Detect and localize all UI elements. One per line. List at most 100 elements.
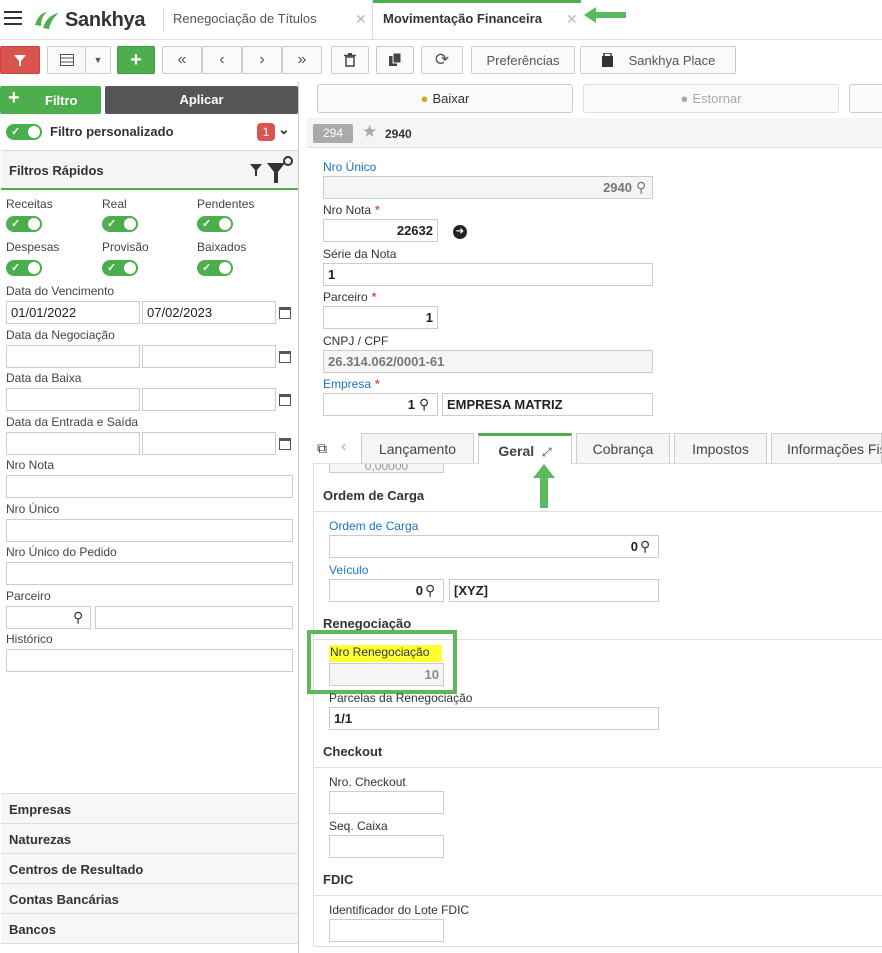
annotation-highlight-box xyxy=(307,630,457,694)
close-icon[interactable]: ✕ xyxy=(355,0,367,38)
filter-icon[interactable] xyxy=(250,164,262,176)
due-date-to-input[interactable]: 07/02/2023 xyxy=(142,301,276,324)
accordion-centros-resultado[interactable]: Centros de Resultado xyxy=(1,853,298,883)
entry-exit-date-to-input[interactable] xyxy=(142,432,276,455)
ordem-de-carga-label: Ordem de Carga xyxy=(329,519,419,533)
search-icon[interactable]: ⚲ xyxy=(419,396,429,413)
accordion-contas-bancarias[interactable]: Contas Bancárias xyxy=(1,883,298,913)
hamburger-menu-icon[interactable] xyxy=(4,11,22,27)
toggle-pendentes[interactable]: ✓ xyxy=(197,216,233,232)
accordion-empresas[interactable]: Empresas xyxy=(1,793,298,823)
filter-button-label: Filtro xyxy=(45,93,78,108)
negotiation-date-to-input[interactable] xyxy=(142,345,276,368)
tab-geral[interactable]: Geral ⤢ xyxy=(478,433,572,464)
divider xyxy=(314,895,882,896)
tab-cobranca[interactable]: Cobrança xyxy=(576,433,670,463)
next-record-button[interactable]: › xyxy=(242,46,282,74)
chevron-down-icon[interactable]: ⌄ xyxy=(278,121,290,138)
more-actions-button[interactable] xyxy=(849,84,882,113)
toggle-despesas[interactable]: ✓ xyxy=(6,260,42,276)
calendar-icon[interactable] xyxy=(279,351,291,363)
lote-fdic-field[interactable] xyxy=(329,919,444,942)
due-date-from-input[interactable]: 01/01/2022 xyxy=(6,301,140,324)
parceiro-name-filter-input[interactable] xyxy=(95,606,293,629)
parceiro-filter-label: Parceiro xyxy=(6,589,51,603)
content-border xyxy=(313,464,314,947)
renegociacao-section: Renegociação xyxy=(323,616,412,631)
seq-caixa-field[interactable] xyxy=(329,835,444,858)
parceiro-label: Parceiro * xyxy=(323,290,377,304)
tab-lancamento[interactable]: Lançamento xyxy=(361,433,474,463)
negotiation-date-from-input[interactable] xyxy=(6,345,140,368)
empresa-name-field: EMPRESA MATRIZ xyxy=(442,393,653,416)
toggle-provisao[interactable]: ✓ xyxy=(102,260,138,276)
toggle-label-provisao: Provisão xyxy=(102,240,149,254)
nro-checkout-label: Nro. Checkout xyxy=(329,775,406,789)
payment-date-label: Data da Baixa xyxy=(6,371,82,385)
refresh-icon: ⟳ xyxy=(434,50,450,69)
double-chevron-right-icon: » xyxy=(297,51,307,68)
search-icon[interactable]: ⚲ xyxy=(636,179,646,196)
nro-unico-filter-label: Nro Único xyxy=(6,502,60,516)
divider xyxy=(1,943,298,944)
estornar-button[interactable]: ● Estornar xyxy=(583,84,839,113)
nro-checkout-field[interactable] xyxy=(329,791,444,814)
custom-filter-toggle[interactable]: ✓ xyxy=(6,124,42,140)
toggle-real[interactable]: ✓ xyxy=(102,216,138,232)
search-icon[interactable]: ⚲ xyxy=(425,582,435,599)
payment-date-from-input[interactable] xyxy=(6,388,140,411)
accordion-bancos[interactable]: Bancos xyxy=(1,913,298,943)
filter-settings-icon[interactable] xyxy=(267,155,295,185)
delete-button[interactable] xyxy=(331,46,369,74)
toggle-receitas[interactable]: ✓ xyxy=(6,216,42,232)
previous-record-button[interactable]: ‹ xyxy=(202,46,242,74)
historico-filter-input[interactable] xyxy=(6,649,293,672)
tab-informacoes-fiscais[interactable]: Informações Fis xyxy=(771,433,882,463)
ordem-de-carga-field[interactable]: 0 xyxy=(329,535,659,558)
tab-impostos[interactable]: Impostos xyxy=(674,433,767,463)
nro-unico-filter-input[interactable] xyxy=(6,519,293,542)
seq-caixa-label: Seq. Caixa xyxy=(329,819,388,833)
entry-exit-date-from-input[interactable] xyxy=(6,432,140,455)
tab-renegociacao[interactable]: Renegociação de Títulos ✕ xyxy=(173,0,369,40)
calendar-icon[interactable] xyxy=(279,438,291,450)
search-icon[interactable]: ⚲ xyxy=(640,538,650,555)
calendar-icon[interactable] xyxy=(279,307,291,319)
filter-button[interactable]: + Filtro xyxy=(0,86,101,114)
apply-button[interactable]: Aplicar xyxy=(105,86,298,114)
search-icon[interactable]: ⚲ xyxy=(73,609,83,626)
chevron-left-icon[interactable]: ‹ xyxy=(341,438,346,456)
plus-icon: + xyxy=(8,87,20,109)
calendar-icon[interactable] xyxy=(279,394,291,406)
arrow-right-circle-icon[interactable]: ➜ xyxy=(453,225,467,239)
toggle-baixados[interactable]: ✓ xyxy=(197,260,233,276)
close-icon[interactable]: ✕ xyxy=(566,0,578,38)
add-button[interactable]: + xyxy=(117,46,155,74)
coins-icon: ● xyxy=(680,91,689,106)
last-record-button[interactable]: » xyxy=(282,46,322,74)
copy-button[interactable] xyxy=(376,46,414,74)
parcelas-renegociacao-field[interactable]: 1/1 xyxy=(329,707,659,730)
view-dropdown-button[interactable]: ▼ xyxy=(85,46,111,74)
parceiro-field[interactable]: 1 xyxy=(323,306,438,329)
custom-filter-count-badge: 1 xyxy=(257,123,275,141)
preferences-button[interactable]: Preferências xyxy=(471,46,575,74)
tab-movimentacao[interactable]: Movimentação Financeira ✕ xyxy=(372,0,581,40)
star-icon[interactable]: ★ xyxy=(362,122,377,142)
filter-toggle-button[interactable] xyxy=(0,46,40,74)
nro-nota-field[interactable]: 22632 xyxy=(323,219,438,242)
refresh-button[interactable]: ⟳ xyxy=(421,46,463,74)
copy-icon[interactable]: ⧉ xyxy=(317,440,327,457)
payment-date-to-input[interactable] xyxy=(142,388,276,411)
baixar-button[interactable]: ● Baixar xyxy=(317,84,573,113)
first-record-button[interactable]: « xyxy=(162,46,202,74)
nro-nota-filter-input[interactable] xyxy=(6,475,293,498)
sankhya-place-button[interactable]: Sankhya Place xyxy=(580,46,736,74)
expand-icon[interactable]: ⤢ xyxy=(542,445,552,459)
serie-field[interactable]: 1 xyxy=(323,263,653,286)
nro-nota-filter-label: Nro Nota xyxy=(6,458,55,472)
historico-filter-label: Histórico xyxy=(6,632,53,646)
nro-unico-pedido-filter-input[interactable] xyxy=(6,562,293,585)
grid-view-button[interactable] xyxy=(47,46,85,74)
accordion-naturezas[interactable]: Naturezas xyxy=(1,823,298,853)
